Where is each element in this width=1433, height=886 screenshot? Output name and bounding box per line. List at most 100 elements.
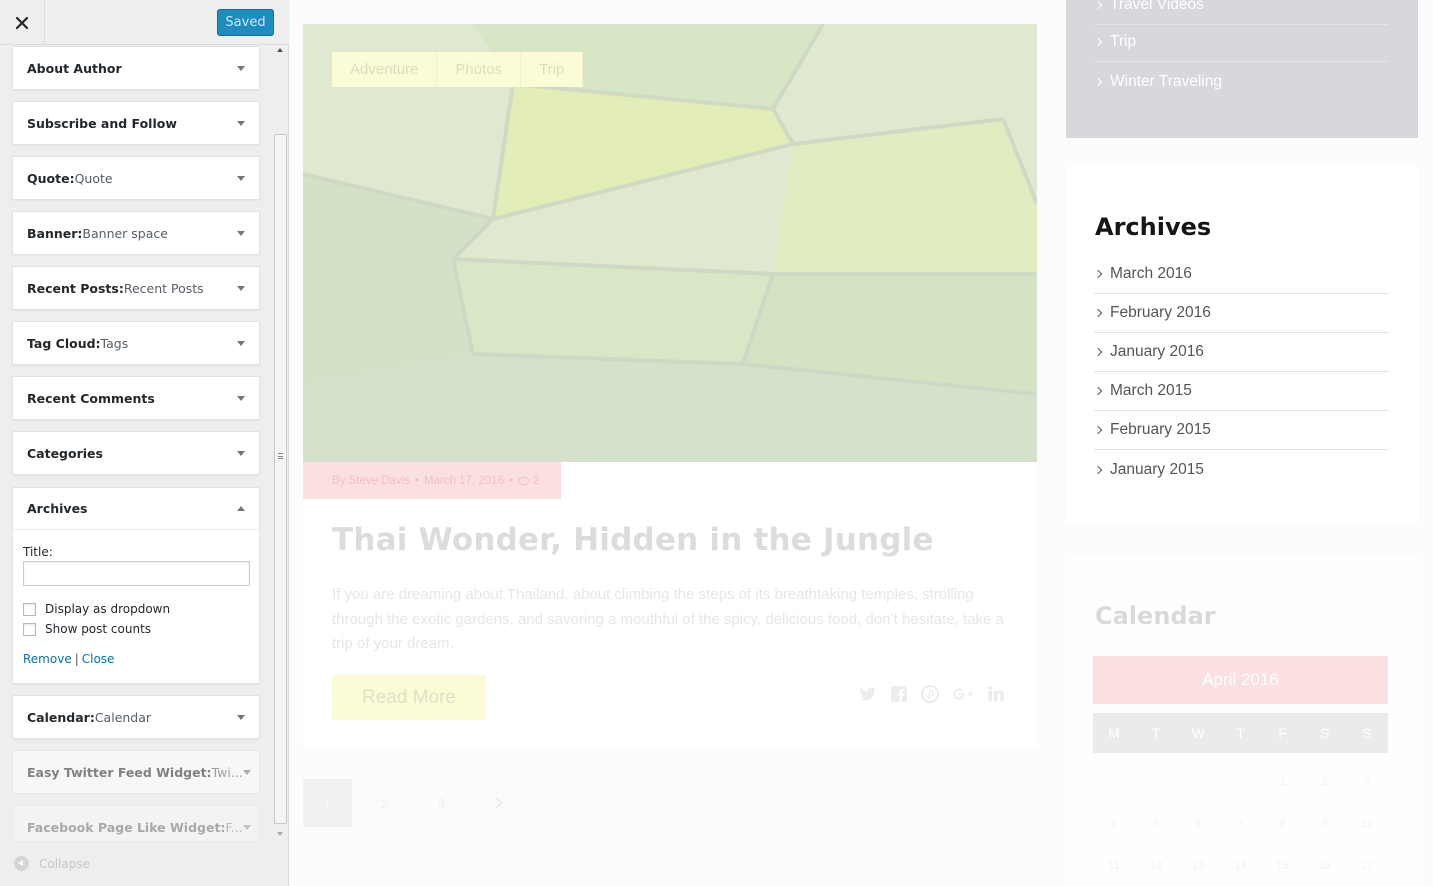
expand-arrow-icon[interactable] (237, 120, 245, 126)
archive-label: February 2016 (1110, 304, 1211, 321)
tag-trip[interactable]: Trip (521, 52, 584, 87)
expand-arrow-icon[interactable] (237, 340, 245, 346)
expand-arrow-icon[interactable] (237, 230, 245, 236)
show-counts-label: Show post counts (45, 622, 152, 636)
expand-arrow-icon[interactable] (237, 450, 245, 456)
archive-item[interactable]: March 2015 (1093, 372, 1389, 411)
widget-recent-posts[interactable]: Recent Posts: Recent Posts (12, 266, 260, 310)
read-more-button[interactable]: Read More (332, 675, 486, 720)
widget-title: Quote: (27, 170, 75, 186)
archive-item[interactable]: January 2016 (1093, 333, 1389, 372)
next-page-button[interactable] (474, 779, 523, 827)
chevron-right-icon (1093, 308, 1103, 318)
tag-adventure[interactable]: Adventure (332, 52, 438, 87)
linkedin-icon[interactable] (987, 685, 1005, 703)
widget-archives-header[interactable]: Archives (13, 488, 259, 530)
panel-header: Saved (0, 0, 289, 45)
expand-arrow-icon[interactable] (237, 65, 245, 71)
display-dropdown-checkbox[interactable] (23, 602, 36, 616)
widget-recent-comments[interactable]: Recent Comments (12, 376, 260, 420)
archive-item[interactable]: February 2015 (1093, 411, 1389, 450)
post-date[interactable]: March 17, 2016 (424, 475, 504, 487)
tag-photos[interactable]: Photos (437, 52, 522, 87)
collapse-arrow-icon[interactable] (237, 506, 245, 511)
widget-archives-expanded: Archives Title: Display as dropdown Show… (12, 487, 260, 684)
title-input[interactable] (23, 561, 250, 586)
widget-title: Archives (27, 501, 88, 516)
widget-calendar[interactable]: Calendar: Calendar (12, 695, 260, 739)
close-link[interactable]: Close (82, 652, 115, 666)
category-item[interactable]: Winter Traveling (1093, 62, 1388, 101)
weekday-label: S (1362, 725, 1372, 741)
expand-arrow-icon[interactable] (237, 175, 245, 181)
widget-tag-cloud[interactable]: Tag Cloud: Tags (12, 321, 260, 365)
calendar-day: 8 (1279, 818, 1286, 830)
scroll-up-arrow-icon[interactable] (277, 48, 283, 52)
google-plus-icon[interactable] (952, 685, 974, 703)
expand-arrow-icon[interactable] (237, 395, 245, 401)
expand-arrow-icon[interactable] (242, 769, 251, 775)
widget-about-author[interactable]: About Author (12, 46, 260, 90)
archive-item[interactable]: February 2016 (1093, 294, 1389, 333)
collapse-button[interactable]: Collapse (14, 856, 90, 871)
calendar-weekday-header: M T W T F S S (1093, 713, 1388, 753)
widget-title: Facebook Page Like Widget: (27, 819, 226, 835)
archives-widget-preview: Archives March 2016 February 2016 Januar… (1066, 166, 1418, 525)
calendar-day: 11 (1108, 860, 1120, 872)
widget-subscribe-follow[interactable]: Subscribe and Follow (12, 101, 260, 145)
category-item[interactable]: Travel Videos (1093, 0, 1388, 25)
post-author[interactable]: By Steve Davis (332, 475, 410, 487)
panel-scrollbar[interactable] (272, 46, 288, 842)
page-link[interactable]: 2 (360, 779, 409, 827)
widget-banner[interactable]: Banner: Banner space (12, 211, 260, 255)
saved-button[interactable]: Saved (217, 9, 274, 36)
chevron-right-icon (1093, 37, 1103, 47)
widget-title: About Author (27, 60, 122, 76)
weekday-label: W (1191, 725, 1205, 741)
archive-label: March 2015 (1110, 382, 1192, 399)
scroll-thumb[interactable] (274, 134, 287, 824)
calendar-day: 13 (1192, 860, 1205, 872)
chevron-right-icon (1093, 425, 1103, 435)
twitter-icon[interactable] (859, 685, 877, 703)
expand-arrow-icon[interactable] (237, 285, 245, 291)
page-link-current[interactable]: 1 (303, 779, 352, 827)
widget-categories[interactable]: Categories (12, 431, 260, 475)
widget-easy-twitter-feed[interactable]: Easy Twitter Feed Widget: Twi... (12, 750, 260, 794)
calendar-day (1135, 761, 1177, 803)
expand-arrow-icon[interactable] (242, 824, 251, 830)
post-featured-image[interactable]: Adventure Photos Trip (303, 24, 1037, 462)
remove-link[interactable]: Remove (23, 652, 72, 666)
archive-item[interactable]: March 2016 (1093, 255, 1389, 294)
weekday-label: M (1108, 725, 1120, 741)
close-button[interactable] (0, 0, 45, 45)
category-item[interactable]: Trip (1093, 23, 1388, 62)
display-dropdown-option[interactable]: Display as dropdown (23, 602, 249, 616)
share-icons (859, 685, 1005, 703)
pinterest-icon[interactable] (921, 685, 939, 703)
expand-arrow-icon[interactable] (237, 714, 245, 720)
archive-label: January 2015 (1110, 460, 1204, 478)
page-link[interactable]: 3 (417, 779, 466, 827)
show-counts-option[interactable]: Show post counts (23, 622, 249, 636)
meta-separator: • (414, 474, 420, 487)
widget-actions: Remove | Close (23, 652, 249, 666)
widget-facebook-page-like[interactable]: Facebook Page Like Widget: F... (12, 805, 260, 842)
chevron-right-icon (1093, 77, 1103, 86)
post-card: Adventure Photos Trip By Steve Davis • M… (303, 24, 1037, 748)
show-counts-checkbox[interactable] (23, 622, 36, 636)
facebook-icon[interactable] (890, 685, 908, 703)
widget-title: Easy Twitter Feed Widget: (27, 764, 212, 780)
widget-title: Recent Posts: (27, 280, 124, 296)
widget-quote[interactable]: Quote: Quote (12, 156, 260, 200)
comment-count[interactable]: 2 (533, 475, 539, 487)
widget-title: Categories (27, 445, 103, 461)
scroll-down-arrow-icon[interactable] (277, 832, 283, 836)
post-title[interactable]: Thai Wonder, Hidden in the Jungle (332, 522, 934, 558)
display-dropdown-label: Display as dropdown (45, 602, 171, 616)
weekday-label: T (1151, 725, 1161, 741)
post-meta: By Steve Davis • March 17, 2016 • 2 (303, 462, 561, 499)
calendar-day: 9 (1321, 818, 1328, 830)
archives-form: Title: Display as dropdown Show post cou… (13, 530, 259, 666)
archive-item[interactable]: January 2015 (1093, 450, 1389, 489)
